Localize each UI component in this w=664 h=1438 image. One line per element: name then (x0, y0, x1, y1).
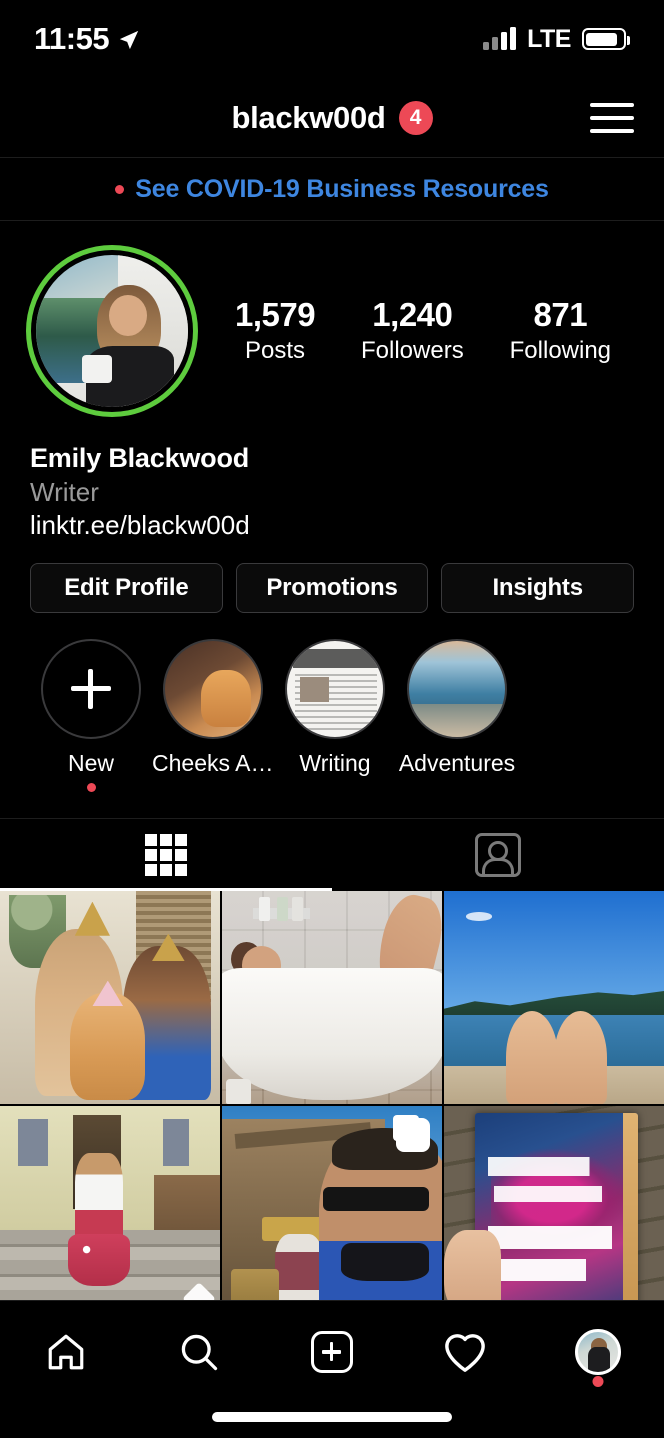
profile-link[interactable]: linktr.ee/blackw00d (30, 510, 634, 541)
profile-tab[interactable] (554, 1321, 642, 1387)
posts-label: Posts (245, 336, 306, 364)
create-tab[interactable] (288, 1321, 376, 1383)
profile-avatar[interactable] (26, 245, 198, 417)
highlight-label: Adventures (398, 750, 516, 776)
nav-header: blackw00d 4 (0, 78, 664, 158)
covid-banner-label: See COVID-19 Business Resources (135, 174, 549, 203)
status-bar-left: 11:55 (34, 21, 140, 57)
post-thumbnail[interactable] (222, 891, 442, 1105)
carrier-label: LTE (527, 24, 571, 53)
signal-bars-icon (483, 27, 517, 50)
profile-username: blackw00d (231, 99, 386, 135)
search-tab[interactable] (155, 1321, 243, 1383)
post-thumbnail[interactable] (222, 1106, 442, 1320)
profile-tabs (0, 818, 664, 891)
location-arrow-icon (118, 29, 140, 51)
profile-notification-dot-icon (592, 1376, 604, 1387)
posts-count: 1,579 (234, 295, 316, 333)
battery-icon (582, 28, 630, 50)
banner-dot-icon (115, 184, 125, 194)
stat-followers[interactable]: 1,240 Followers (361, 296, 464, 366)
tagged-icon (475, 833, 521, 877)
stat-following[interactable]: 871 Following (510, 296, 611, 366)
tab-grid[interactable] (0, 819, 332, 891)
avatar-image (36, 255, 188, 407)
profile-category: Writer (30, 477, 99, 507)
hamburger-menu-icon[interactable] (590, 102, 634, 133)
post-thumbnail[interactable] (444, 891, 664, 1105)
carousel-icon (396, 1118, 430, 1153)
username-switcher[interactable]: blackw00d 4 (231, 99, 433, 136)
post-thumbnail[interactable] (444, 1106, 664, 1320)
highlight-adventures[interactable]: Adventures (396, 639, 518, 792)
followers-count: 1,240 (372, 295, 453, 333)
tab-tagged[interactable] (332, 819, 664, 891)
stat-posts[interactable]: 1,579 Posts (234, 295, 316, 366)
plus-square-icon (310, 1331, 353, 1373)
profile-header: 1,579 Posts 1,240 Followers 871 Followin… (0, 221, 664, 417)
profile-stats: 1,579 Posts 1,240 Followers 871 Followin… (198, 296, 638, 366)
avatar-icon (574, 1329, 621, 1375)
posts-grid (0, 891, 664, 1320)
highlight-label: New (67, 750, 114, 776)
heart-icon (442, 1331, 488, 1373)
home-tab[interactable] (22, 1321, 110, 1383)
insights-button[interactable]: Insights (441, 563, 635, 613)
profile-full-name: Emily Blackwood (30, 443, 250, 473)
profile-actions: Edit Profile Promotions Insights (0, 541, 664, 613)
status-time: 11:55 (34, 21, 110, 56)
status-bar: 11:55 LTE (0, 0, 664, 78)
search-icon (177, 1330, 221, 1374)
home-icon (44, 1331, 88, 1373)
status-bar-right: LTE (483, 24, 630, 54)
new-highlight-circle[interactable] (41, 639, 141, 739)
post-thumbnail[interactable] (0, 1106, 220, 1320)
instagram-profile-screen: 11:55 LTE blackw00d 4 See COVID-19 Busin… (0, 0, 664, 1438)
covid-banner[interactable]: See COVID-19 Business Resources (0, 158, 664, 221)
highlight-writing[interactable]: Writing (274, 639, 396, 792)
following-count: 871 (533, 295, 588, 333)
highlight-cover-image (163, 639, 263, 739)
followers-label: Followers (361, 336, 464, 364)
profile-bio: Emily Blackwood Writer linktr.ee/blackw0… (0, 417, 664, 541)
highlight-new[interactable]: New (30, 639, 152, 792)
highlight-cheeks[interactable]: Cheeks An... (152, 639, 274, 792)
grid-icon (145, 834, 187, 876)
highlight-label: Cheeks An... (152, 750, 274, 776)
edit-profile-button[interactable]: Edit Profile (30, 563, 223, 613)
post-thumbnail[interactable] (0, 891, 220, 1105)
highlight-new-dot-icon (86, 783, 96, 792)
home-indicator (212, 1412, 452, 1422)
plus-icon (71, 669, 111, 709)
following-label: Following (509, 336, 612, 364)
highlight-cover-image (285, 639, 385, 739)
highlight-cover-image (407, 639, 507, 739)
promotions-button[interactable]: Promotions (235, 563, 429, 613)
highlight-label: Writing (299, 750, 371, 776)
activity-tab[interactable] (421, 1321, 509, 1383)
story-highlights: New Cheeks An... Writing Adventures (0, 613, 664, 792)
notification-badge: 4 (398, 100, 433, 135)
